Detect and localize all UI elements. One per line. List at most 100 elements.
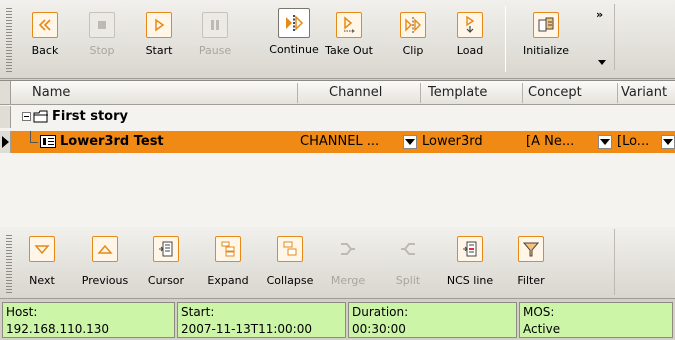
ncs-line-icon xyxy=(457,236,483,262)
variant-dropdown-icon[interactable] xyxy=(661,135,675,149)
bottom-toolbar: Next Previous Cursor Expand Collapse Mer… xyxy=(0,227,675,299)
toolbar-empty-area xyxy=(614,4,666,70)
pause-icon xyxy=(202,12,228,38)
back-button[interactable]: Back xyxy=(17,12,73,57)
merge-label: Merge xyxy=(330,274,366,287)
merge-icon xyxy=(335,236,361,262)
tree-line xyxy=(30,142,38,143)
toolbar-more-button[interactable]: » xyxy=(596,8,603,21)
column-header-concept[interactable]: Concept xyxy=(528,85,582,100)
expand-button[interactable]: Expand xyxy=(202,236,254,287)
item-row[interactable]: Lower3rd Test CHANNEL ... Lower3rd [A Ne… xyxy=(0,131,675,153)
rewind-icon xyxy=(32,12,58,38)
column-divider xyxy=(420,83,421,103)
next-icon xyxy=(29,236,55,262)
row-pointer-icon xyxy=(2,136,9,148)
status-host: Host: 192.168.110.130 xyxy=(2,302,175,338)
stop-label: Stop xyxy=(89,44,115,57)
cursor-button[interactable]: Cursor xyxy=(140,236,192,287)
duration-value: 00:30:00 xyxy=(352,322,406,336)
row-gutter xyxy=(0,131,11,153)
story-row[interactable]: First story xyxy=(0,106,675,128)
ncs-line-button[interactable]: NCS line xyxy=(442,236,498,287)
cursor-icon xyxy=(153,236,179,262)
concept-dropdown-icon[interactable] xyxy=(598,135,612,149)
split-icon xyxy=(395,236,421,262)
row-gutter xyxy=(0,106,11,128)
next-button[interactable]: Next xyxy=(20,236,64,287)
collapse-label: Collapse xyxy=(266,274,314,287)
split-button[interactable]: Split xyxy=(382,236,434,287)
take-out-button[interactable]: Take Out xyxy=(321,12,377,57)
expand-icon xyxy=(215,236,241,262)
continue-label: Continue xyxy=(269,43,319,56)
tree-line xyxy=(30,131,31,142)
next-label: Next xyxy=(29,274,55,287)
cursor-label: Cursor xyxy=(147,274,185,287)
load-button[interactable]: Load xyxy=(442,12,498,57)
start-button[interactable]: Start xyxy=(131,12,187,57)
clip-button[interactable]: Clip xyxy=(385,12,441,57)
clip-icon xyxy=(400,12,426,38)
rundown-grid: Name Channel Template Concept Variant Fi… xyxy=(0,80,675,227)
toolbar-grip[interactable] xyxy=(6,8,12,72)
start-value: 2007-11-13T11:00:00 xyxy=(181,322,312,336)
play-icon xyxy=(146,12,172,38)
column-divider xyxy=(522,83,523,103)
status-bar: Host: 192.168.110.130 Start: 2007-11-13T… xyxy=(0,300,675,340)
collapse-icon xyxy=(277,236,303,262)
previous-label: Previous xyxy=(81,274,129,287)
filter-button[interactable]: Filter xyxy=(508,236,554,287)
channel-dropdown-icon[interactable] xyxy=(403,135,417,149)
grid-header: Name Channel Template Concept Variant xyxy=(0,81,675,105)
clip-label: Clip xyxy=(402,44,424,57)
column-header-channel[interactable]: Channel xyxy=(329,85,382,100)
status-duration: Duration: 00:30:00 xyxy=(348,302,517,338)
item-variant[interactable]: [Lo... xyxy=(617,134,649,149)
take-out-icon xyxy=(336,12,362,38)
previous-button[interactable]: Previous xyxy=(79,236,131,287)
filter-label: Filter xyxy=(517,274,545,287)
top-toolbar: Back Stop Start Pause Continue Take Out … xyxy=(0,0,675,79)
story-name: First story xyxy=(52,109,128,124)
stop-icon xyxy=(89,12,115,38)
graphic-item-icon xyxy=(40,135,56,148)
continue-icon xyxy=(278,8,310,38)
pause-label: Pause xyxy=(198,44,232,57)
item-template[interactable]: Lower3rd xyxy=(422,134,483,149)
pause-button[interactable]: Pause xyxy=(187,12,243,57)
start-label: Start xyxy=(145,44,173,57)
continue-button[interactable]: Continue xyxy=(264,8,324,56)
toolbar-empty-area xyxy=(614,229,666,295)
column-header-template[interactable]: Template xyxy=(428,85,487,100)
start-label: Start: xyxy=(181,305,215,319)
folder-icon xyxy=(33,110,49,126)
item-name: Lower3rd Test xyxy=(60,134,164,149)
item-concept[interactable]: [A Ne... xyxy=(526,134,574,149)
status-mos: MOS: Active xyxy=(519,302,673,338)
stop-button[interactable]: Stop xyxy=(74,12,130,57)
collapse-toggle-icon[interactable] xyxy=(22,112,31,121)
take-out-label: Take Out xyxy=(325,44,373,57)
merge-button[interactable]: Merge xyxy=(322,236,374,287)
column-divider xyxy=(617,83,618,103)
collapse-button[interactable]: Collapse xyxy=(262,236,318,287)
column-header-variant[interactable]: Variant xyxy=(621,85,667,100)
duration-label: Duration: xyxy=(352,305,409,319)
toolbar-grip[interactable] xyxy=(6,235,12,293)
back-label: Back xyxy=(31,44,59,57)
load-icon xyxy=(457,12,483,38)
mos-label: MOS: xyxy=(523,305,555,319)
mos-value: Active xyxy=(523,322,561,336)
toolbar-dropdown-icon[interactable] xyxy=(598,60,606,65)
ncs-line-label: NCS line xyxy=(446,274,494,287)
split-label: Split xyxy=(395,274,421,287)
initialize-button[interactable]: Initialize xyxy=(518,12,574,57)
toolbar-separator xyxy=(505,6,506,72)
initialize-label: Initialize xyxy=(522,44,570,57)
initialize-icon xyxy=(533,12,559,38)
column-divider xyxy=(297,83,298,103)
column-header-name[interactable]: Name xyxy=(32,85,70,100)
header-gutter xyxy=(0,81,11,104)
item-channel[interactable]: CHANNEL ... xyxy=(300,134,379,149)
